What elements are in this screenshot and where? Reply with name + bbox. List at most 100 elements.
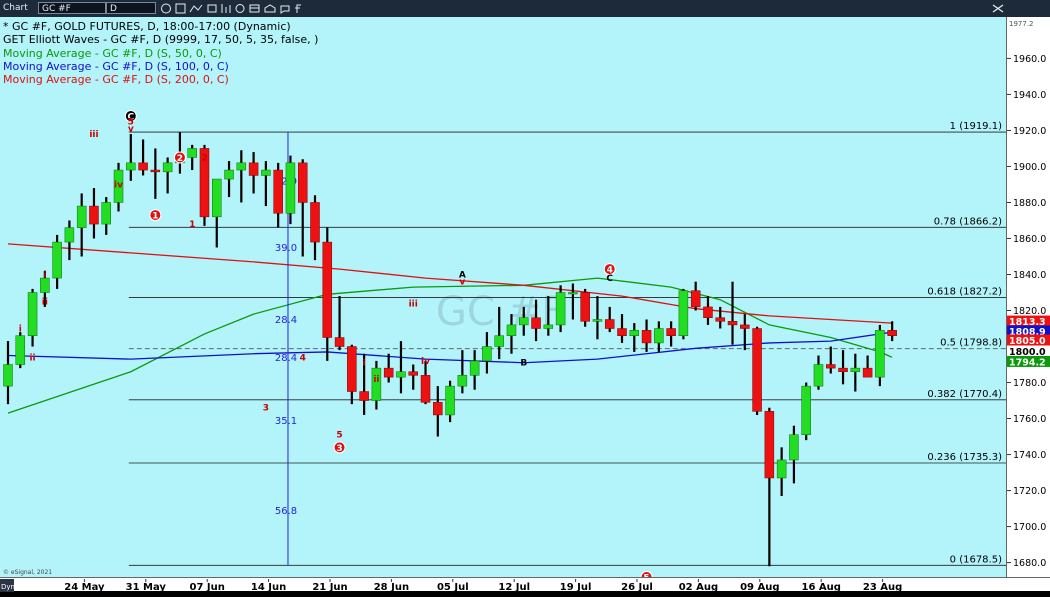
candle-down[interactable]: [752, 328, 762, 412]
wave-label: v: [459, 278, 465, 288]
candle-down[interactable]: [838, 367, 848, 372]
price-axis[interactable]: 1680.01700.01720.01740.01760.01780.01800…: [1006, 17, 1050, 577]
facebook-icon[interactable]: [295, 4, 301, 13]
candle-down[interactable]: [273, 169, 283, 214]
window-close-icon[interactable]: [992, 4, 1004, 13]
candle-up[interactable]: [445, 385, 455, 416]
candle-up[interactable]: [15, 335, 26, 365]
candle-down[interactable]: [764, 411, 775, 479]
x-tick-label: 02 Aug: [679, 582, 718, 593]
chart-style-icon[interactable]: [175, 3, 186, 14]
candle-up[interactable]: [592, 319, 603, 322]
candle-up[interactable]: [678, 290, 689, 336]
candle-up[interactable]: [187, 148, 197, 158]
candle-down[interactable]: [138, 162, 148, 171]
candle-up[interactable]: [519, 317, 529, 326]
x-tick-label: 26 Jul: [621, 582, 653, 593]
candle-up[interactable]: [396, 371, 406, 378]
candle-up[interactable]: [64, 227, 75, 243]
candle-up[interactable]: [654, 328, 664, 344]
wave-label: 4: [300, 353, 306, 363]
candle-up[interactable]: [555, 292, 566, 326]
candle-up[interactable]: [789, 434, 799, 461]
fib-label-0.78: 0.78 (1866.2): [934, 216, 1002, 227]
candle-up[interactable]: [629, 330, 640, 336]
chart-area[interactable]: GC #F 1 (1919.1) 0.78 (1866.2) 0.618 (1827.…: [0, 17, 1006, 577]
candle-up[interactable]: [126, 162, 136, 171]
candle-up[interactable]: [801, 385, 811, 435]
candle-down[interactable]: [727, 321, 738, 326]
candle-down[interactable]: [334, 337, 345, 347]
candle-up[interactable]: [482, 346, 492, 362]
layout-icon[interactable]: [249, 4, 260, 13]
candle-up[interactable]: [850, 367, 861, 372]
candle-up[interactable]: [285, 162, 296, 214]
price-plot[interactable]: GC #F1 (1919.1)0.78 (1866.2)0.618 (1827.…: [0, 17, 1006, 577]
bars-icon[interactable]: [221, 4, 231, 13]
candle-down[interactable]: [322, 241, 333, 338]
candle-up[interactable]: [543, 324, 554, 329]
period-input[interactable]: D: [106, 2, 156, 14]
zoom-icon[interactable]: [235, 4, 245, 13]
comment-icon[interactable]: [280, 5, 290, 14]
candle-down[interactable]: [408, 371, 418, 376]
candle-down[interactable]: [740, 324, 750, 329]
candle-down[interactable]: [89, 205, 99, 225]
time-axis[interactable]: Dyn 24 May 31 May 07 Jun 14 Jun 21 Jun 28 Jun 0…: [0, 577, 1050, 593]
candle-down[interactable]: [703, 306, 713, 318]
legend-main: * GC #F, GOLD FUTURES, D, 18:00-17:00 (D…: [3, 20, 291, 33]
candle-down[interactable]: [690, 290, 701, 308]
candle-up[interactable]: [813, 364, 824, 387]
candle-up[interactable]: [162, 162, 173, 173]
y-tick-label: 1880.0: [1013, 198, 1046, 209]
candle-up[interactable]: [506, 324, 517, 336]
symbol-input[interactable]: GC #F: [38, 2, 106, 14]
wave-label: 1: [152, 212, 158, 222]
candle-down[interactable]: [248, 162, 259, 176]
candle-up[interactable]: [494, 335, 504, 347]
candle-down[interactable]: [887, 330, 897, 336]
candle-down[interactable]: [383, 367, 394, 378]
fib-label-0.236: 0.236 (1735.3): [927, 452, 1002, 463]
candle-down[interactable]: [420, 375, 431, 403]
candle-up[interactable]: [52, 241, 62, 279]
candle-up[interactable]: [457, 375, 468, 387]
price-tag-label: 1794.2: [1009, 357, 1046, 368]
candle-down[interactable]: [297, 162, 308, 203]
candle-down[interactable]: [666, 328, 676, 336]
candle-up[interactable]: [236, 162, 247, 171]
candle-down[interactable]: [433, 402, 443, 416]
candle-down[interactable]: [310, 202, 320, 243]
candle-up[interactable]: [261, 169, 271, 176]
candle-down[interactable]: [862, 367, 873, 378]
candle-up[interactable]: [469, 360, 480, 376]
chart-menu-label[interactable]: Chart: [3, 2, 28, 14]
candle-up[interactable]: [27, 292, 38, 336]
candle-down[interactable]: [150, 169, 161, 173]
candle-down[interactable]: [617, 328, 627, 336]
clock-icon[interactable]: [161, 3, 171, 14]
study-icon[interactable]: [207, 4, 217, 13]
candle-up[interactable]: [3, 364, 13, 387]
candle-down[interactable]: [359, 391, 369, 401]
candle-up[interactable]: [101, 202, 111, 225]
draw-tools-icon[interactable]: [189, 4, 203, 13]
candle-down[interactable]: [641, 330, 652, 344]
candle-down[interactable]: [580, 292, 590, 322]
x-tick-label: 21 Jun: [312, 582, 347, 593]
candle-up[interactable]: [212, 178, 222, 218]
candle-down[interactable]: [604, 319, 615, 329]
candle-down[interactable]: [826, 364, 836, 369]
candle-down[interactable]: [347, 346, 357, 392]
candle-down[interactable]: [715, 317, 725, 322]
copyright-label: © eSignal, 2021: [3, 569, 53, 576]
candle-up[interactable]: [224, 169, 234, 180]
home-icon[interactable]: [264, 4, 276, 13]
candle-up[interactable]: [568, 292, 578, 295]
candle-up[interactable]: [776, 459, 787, 479]
wave-label: 2: [177, 154, 183, 164]
candle-up[interactable]: [76, 205, 87, 228]
x-tick-label: 19 Jul: [560, 582, 592, 593]
candle-down[interactable]: [531, 317, 541, 329]
candle-up[interactable]: [875, 330, 885, 378]
